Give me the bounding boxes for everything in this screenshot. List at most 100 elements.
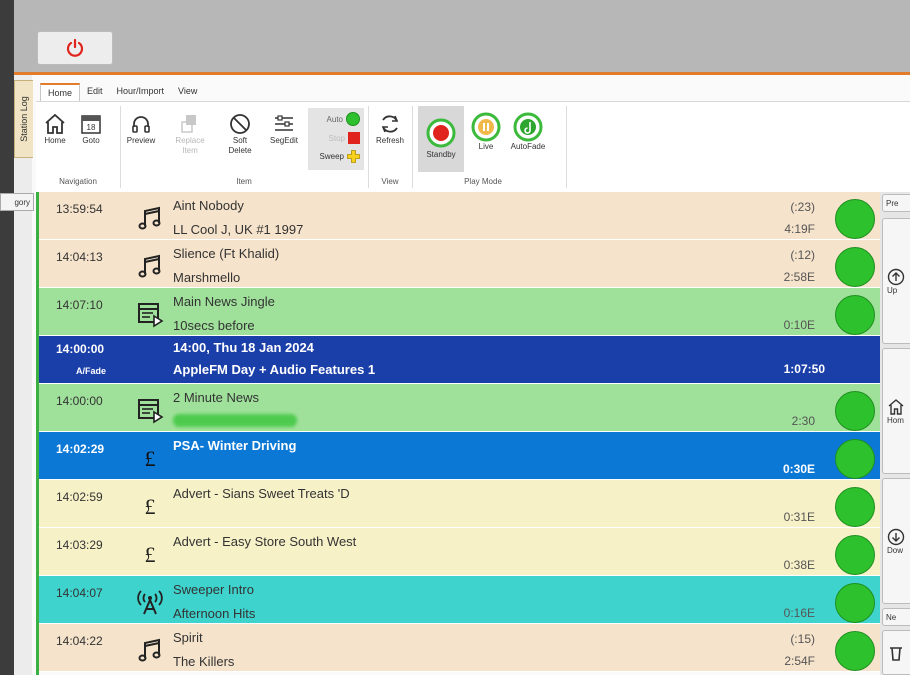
log-row[interactable]: 14:02:29 £ PSA- Winter Driving 0:30E	[39, 432, 883, 480]
row-title: Advert - Sians Sweet Treats 'D	[173, 486, 350, 501]
row-artist: Marshmello	[173, 270, 241, 285]
status-indicator[interactable]	[835, 439, 875, 479]
status-indicator[interactable]	[835, 631, 875, 671]
tab-hour-import[interactable]: Hour/Import	[110, 83, 172, 101]
row-title: Spirit	[173, 630, 203, 645]
item-group-label: Item	[236, 177, 252, 186]
log-row[interactable]: 13:59:54 Aint Nobody LL Cool J, UK #1 1997…	[39, 192, 883, 240]
row-duration: 0:31E	[783, 510, 815, 524]
row-title: Slience (Ft Khalid)	[173, 246, 280, 261]
category-tag[interactable]: gory	[0, 193, 34, 211]
row-time: 13:59:54	[56, 202, 103, 216]
status-indicator[interactable]	[835, 295, 875, 335]
power-button[interactable]	[37, 31, 113, 65]
svg-text:£: £	[145, 542, 156, 567]
hour-header-row[interactable]: 14:00:00 A/Fade 14:00, Thu 18 Jan 2024 Appl…	[39, 336, 883, 384]
standby-button[interactable]: Standby	[418, 106, 464, 172]
tab-view[interactable]: View	[171, 83, 204, 101]
log-row[interactable]: 14:04:07 Sweeper Intro Afternoon Hits 0:16E	[39, 576, 883, 624]
row-duration: 1:07:50	[783, 362, 825, 376]
replace-item-button[interactable]: Replace Item	[170, 112, 210, 156]
status-indicator[interactable]	[835, 583, 875, 623]
row-artist: Afternoon Hits	[173, 606, 256, 621]
play-mode-group-label: Play Mode	[464, 177, 502, 186]
prev-button[interactable]: Pre	[882, 194, 910, 212]
row-duration: 4:19F	[784, 222, 815, 236]
live-button[interactable]: Live	[468, 112, 504, 152]
log-row[interactable]: 14:07:10 Main News Jingle 10secs before 0:1…	[39, 288, 883, 336]
log-row[interactable]: 14:02:59 £ Advert - Sians Sweet Treats 'D 0…	[39, 480, 883, 528]
music-note-icon	[133, 201, 167, 235]
row-fade-mode: A/Fade	[76, 366, 107, 376]
tab-edit[interactable]: Edit	[80, 83, 110, 101]
status-indicator[interactable]	[835, 535, 875, 575]
home-icon	[888, 398, 904, 415]
row-time: 14:04:22	[56, 634, 103, 648]
scroll-up-button[interactable]: Up	[882, 218, 910, 344]
ribbon-separator	[120, 106, 121, 188]
scroll-down-button[interactable]: Dow	[882, 478, 910, 604]
music-note-icon	[133, 249, 167, 283]
pound-icon: £	[133, 441, 167, 475]
segedit-button-label: SegEdit	[269, 136, 299, 145]
row-artist: The Killers	[173, 654, 235, 669]
status-indicator[interactable]	[835, 199, 875, 239]
tab-home[interactable]: Home	[40, 83, 81, 101]
top-bar	[14, 0, 910, 75]
standby-icon	[426, 118, 456, 148]
station-log-side-tab[interactable]: Station Log	[14, 80, 33, 158]
svg-text:£: £	[145, 494, 156, 519]
log-row[interactable]: 14:04:13 Slience (Ft Khalid) Marshmello (:1…	[39, 240, 883, 288]
log-row[interactable]: 14:04:22 Spirit The Killers (:15) 2:54F	[39, 624, 883, 672]
preview-button[interactable]: Preview	[124, 112, 158, 146]
live-icon	[471, 112, 501, 142]
row-time: 14:00:00	[56, 342, 105, 356]
auto-label: Auto	[326, 114, 343, 124]
ribbon-toolbar: Home 18 Goto Navigation Preview Replace …	[36, 101, 910, 193]
home-button[interactable]: Home	[40, 112, 70, 146]
playlist-icon	[133, 297, 167, 331]
left-edge-strip	[0, 0, 14, 675]
goto-button[interactable]: 18 Goto	[76, 112, 106, 146]
row-title: Main News Jingle	[173, 294, 275, 309]
row-time: 14:04:07	[56, 586, 103, 600]
sweep-toggle[interactable]: Sweep	[320, 150, 360, 163]
status-indicator[interactable]	[835, 487, 875, 527]
scroll-home-button[interactable]: Hom	[882, 348, 910, 474]
navigation-group-label: Navigation	[59, 177, 97, 186]
row-title: 2 Minute News	[173, 390, 259, 405]
status-indicator[interactable]	[835, 391, 875, 431]
log-row[interactable]: 14:03:29 £ Advert - Easy Store South West 0…	[39, 528, 883, 576]
replace-item-label-2: Item	[182, 146, 198, 155]
side-navigation-panel: Pre Up Hom Dow Ne	[880, 192, 910, 675]
log-row[interactable]: 14:00:00 2 Minute News 2:30	[39, 384, 883, 432]
auto-stop-sweep-panel: Auto Stop Sweep	[308, 108, 364, 170]
arrow-up-circle-icon	[887, 268, 905, 285]
next-button[interactable]: Ne	[882, 608, 910, 626]
row-duration: 2:58E	[783, 270, 815, 284]
trash-button[interactable]	[882, 630, 910, 675]
segedit-button[interactable]: SegEdit	[264, 112, 304, 146]
row-duration: 2:54F	[784, 654, 815, 668]
scroll-down-label: Dow	[887, 545, 904, 555]
sweep-label: Sweep	[319, 152, 344, 161]
soft-delete-button[interactable]: Soft Delete	[222, 112, 258, 156]
trash-icon	[890, 646, 902, 661]
row-time: 14:02:29	[56, 442, 105, 456]
ribbon-tabs: Home Edit Hour/Import View	[40, 83, 204, 101]
segment-edit-icon	[275, 115, 293, 131]
standby-label: Standby	[426, 150, 456, 159]
status-indicator[interactable]	[835, 247, 875, 287]
row-title: Sweeper Intro	[173, 582, 254, 597]
scroll-home-label: Hom	[887, 415, 904, 425]
refresh-button[interactable]: Refresh	[372, 112, 408, 146]
plus-icon	[347, 150, 360, 163]
row-intro-time: (:12)	[790, 248, 815, 262]
broadcast-icon	[133, 585, 167, 619]
calendar-day: 18	[87, 123, 96, 132]
auto-toggle[interactable]: Auto	[327, 112, 360, 126]
refresh-icon	[381, 115, 399, 133]
stop-toggle[interactable]: Stop	[329, 132, 360, 144]
replace-icon	[181, 115, 196, 133]
autofade-button[interactable]: AutoFade	[508, 112, 548, 152]
